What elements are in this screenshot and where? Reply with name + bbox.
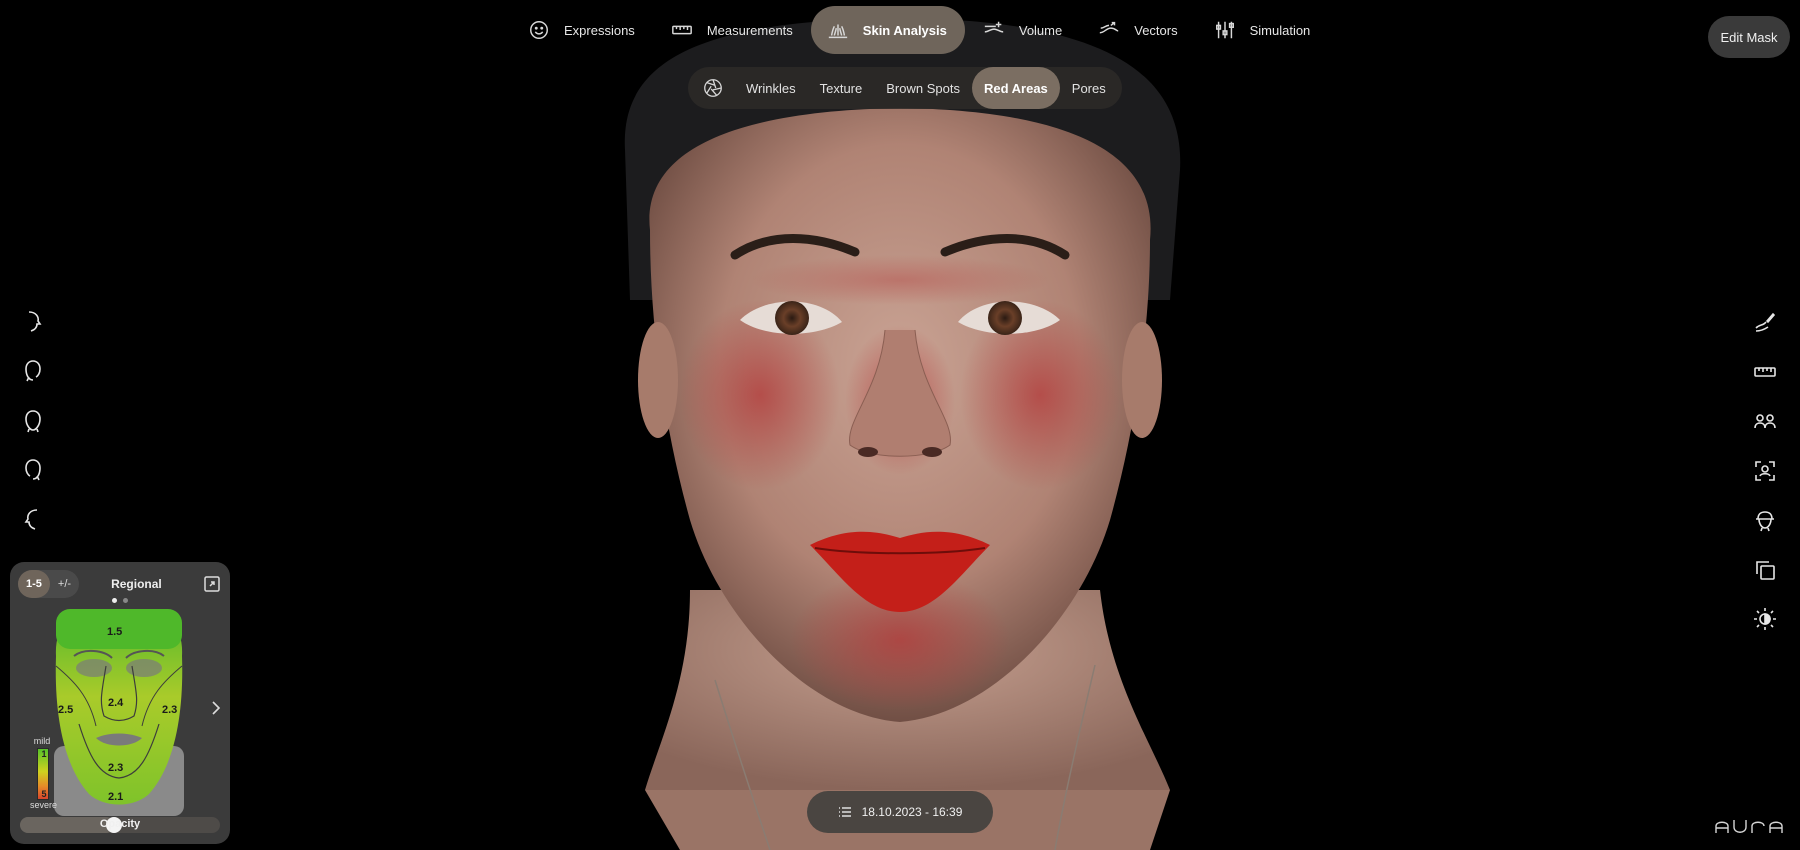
tab-wrinkles[interactable]: Wrinkles bbox=[734, 67, 808, 109]
sliders-icon bbox=[1215, 21, 1234, 39]
nav-volume[interactable]: Volume bbox=[965, 6, 1080, 54]
scale-option-plus-minus[interactable]: +/- bbox=[50, 570, 79, 598]
aperture-icon bbox=[704, 79, 722, 97]
duplicate-icon bbox=[1756, 561, 1775, 580]
session-date-button[interactable]: 18.10.2023 - 16:39 bbox=[807, 791, 993, 833]
regional-face-map[interactable]: 1.5 2.5 2.4 2.3 2.3 2.1 bbox=[34, 606, 204, 816]
head-front-icon bbox=[25, 410, 41, 433]
legend-mild-label: mild bbox=[33, 736, 51, 746]
view-front-button[interactable] bbox=[18, 406, 48, 436]
edit-mask-button[interactable]: Edit Mask bbox=[1708, 16, 1790, 58]
aura-logo-mark bbox=[1715, 820, 1783, 833]
legend-high-value: 5 bbox=[41, 789, 47, 799]
regional-panel-header: 1-5 +/- Regional bbox=[18, 570, 222, 598]
nav-volume-label: Volume bbox=[1018, 22, 1063, 38]
draw-pen-icon bbox=[1755, 312, 1776, 332]
nav-simulation-label: Simulation bbox=[1249, 22, 1311, 38]
skin-analysis-icon bbox=[828, 24, 847, 39]
page-indicator bbox=[112, 598, 128, 603]
view-left-profile-button[interactable] bbox=[18, 505, 48, 535]
draw-tool-button[interactable] bbox=[1750, 307, 1780, 337]
page-dot[interactable] bbox=[112, 598, 117, 603]
smiley-icon bbox=[530, 21, 548, 39]
nav-simulation[interactable]: Simulation bbox=[1196, 6, 1329, 54]
view-right-oblique-button[interactable] bbox=[18, 356, 48, 386]
scan-face-tool-button[interactable] bbox=[1750, 456, 1780, 486]
view-left-oblique-button[interactable] bbox=[18, 455, 48, 485]
duplicate-tool-button[interactable] bbox=[1750, 555, 1780, 585]
head-right-profile-icon bbox=[28, 311, 42, 332]
volume-icon bbox=[984, 21, 1004, 33]
legend-severe-label: severe bbox=[30, 800, 58, 810]
tab-texture[interactable]: Texture bbox=[808, 67, 875, 109]
page-dot[interactable] bbox=[123, 598, 128, 603]
nav-vectors[interactable]: Vectors bbox=[1080, 6, 1195, 54]
nav-expressions-label: Expressions bbox=[564, 22, 635, 38]
regional-panel: 1-5 +/- Regional 1.5 2.5 2.4 2.3 2.3 2.1… bbox=[10, 562, 230, 844]
face-3d-viewport[interactable] bbox=[0, 0, 1800, 850]
compare-users-icon bbox=[1754, 414, 1776, 429]
main-nav: Expressions Measurements Skin Analysis V… bbox=[510, 5, 1328, 55]
scale-option-1-5[interactable]: 1-5 bbox=[18, 570, 50, 598]
tab-brown-spots[interactable]: Brown Spots bbox=[874, 67, 972, 109]
opacity-label: Opacity bbox=[99, 818, 141, 830]
ruler-icon bbox=[671, 25, 692, 35]
vectors-icon bbox=[1099, 21, 1119, 34]
analysis-subnav: Wrinkles Texture Brown Spots Red Areas P… bbox=[688, 67, 1122, 109]
ruler-icon bbox=[1754, 367, 1776, 377]
tab-red-areas[interactable]: Red Areas bbox=[971, 67, 1060, 109]
expand-icon bbox=[204, 576, 220, 592]
legend-low-value: 1 bbox=[41, 749, 47, 759]
nav-skin-analysis-label: Skin Analysis bbox=[862, 22, 947, 38]
opacity-slider[interactable]: Opacity bbox=[20, 817, 220, 833]
nav-expressions[interactable]: Expressions bbox=[510, 6, 653, 54]
brightness-tool-button[interactable] bbox=[1750, 604, 1780, 634]
region-chin-value: 2.1 bbox=[108, 791, 124, 803]
regional-title: Regional bbox=[111, 577, 162, 591]
panel-next-button[interactable] bbox=[208, 698, 224, 718]
compare-tool-button[interactable] bbox=[1750, 406, 1780, 436]
nav-skin-analysis[interactable]: Skin Analysis bbox=[810, 6, 965, 54]
region-mouth-value: 2.3 bbox=[108, 762, 124, 774]
head-orientation-icon bbox=[1756, 511, 1774, 532]
nav-vectors-label: Vectors bbox=[1134, 22, 1178, 38]
view-right-profile-button[interactable] bbox=[18, 307, 48, 337]
tab-pores[interactable]: Pores bbox=[1060, 67, 1118, 109]
region-forehead-value: 1.5 bbox=[107, 626, 123, 638]
nav-measurements-label: Measurements bbox=[706, 22, 793, 38]
ruler-tool-button[interactable] bbox=[1750, 357, 1780, 387]
brightness-icon bbox=[1754, 608, 1776, 630]
sub-aperture-button[interactable] bbox=[692, 67, 734, 109]
scale-toggle: 1-5 +/- bbox=[18, 570, 80, 598]
head-orientation-tool-button[interactable] bbox=[1750, 506, 1780, 536]
expand-panel-button[interactable] bbox=[202, 574, 222, 594]
head-left-oblique-icon bbox=[25, 459, 41, 481]
region-right-cheek-value: 2.5 bbox=[58, 704, 74, 716]
list-icon bbox=[838, 807, 851, 817]
chevron-right-icon bbox=[212, 701, 221, 715]
head-right-oblique-icon bbox=[25, 360, 41, 382]
session-date-label: 18.10.2023 - 16:39 bbox=[861, 805, 963, 819]
region-nose-value: 2.4 bbox=[108, 697, 124, 709]
head-left-profile-icon bbox=[24, 509, 38, 530]
aura-logo bbox=[1714, 818, 1786, 834]
scan-face-icon bbox=[1755, 461, 1775, 481]
region-left-cheek-value: 2.3 bbox=[162, 704, 178, 716]
nav-measurements[interactable]: Measurements bbox=[653, 6, 811, 54]
severity-legend-bar: 1 5 bbox=[37, 748, 49, 800]
